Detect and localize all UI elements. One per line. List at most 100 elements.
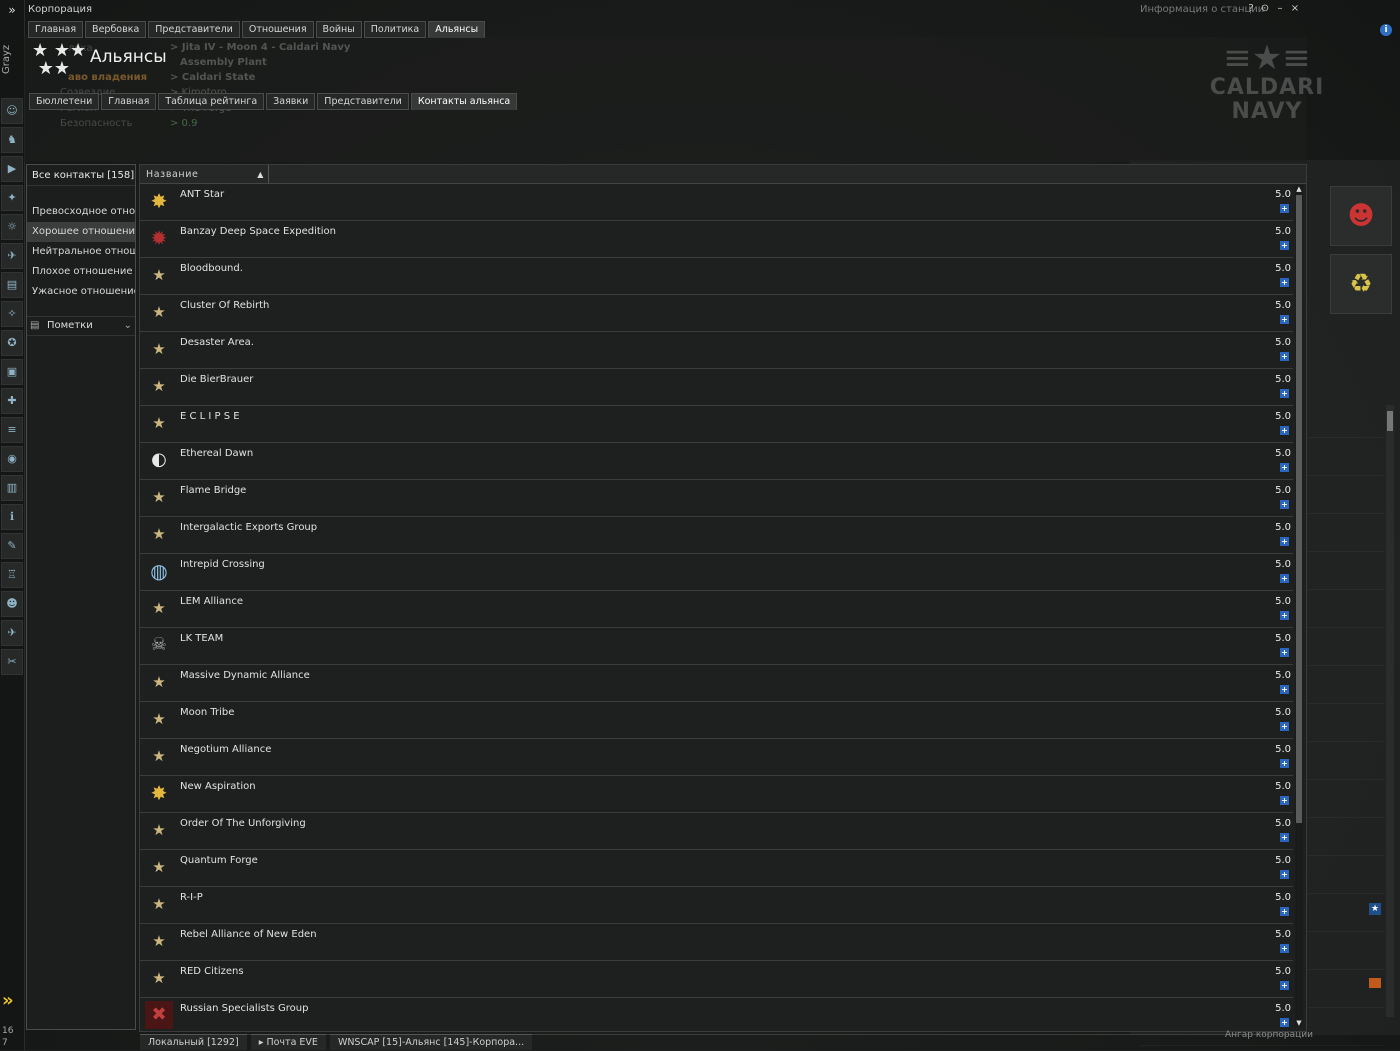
neocom-button-icon[interactable]: ▶ [1, 156, 23, 182]
add-standing-icon[interactable]: + [1280, 944, 1289, 953]
filter-neutral[interactable]: Нейтральное отношение [27, 242, 135, 262]
add-standing-icon[interactable]: + [1280, 315, 1289, 324]
add-standing-icon[interactable]: + [1280, 759, 1289, 768]
table-row[interactable]: ★ Quantum Forge 5.0 + [140, 850, 1293, 887]
table-row[interactable]: ★ Flame Bridge 5.0 + [140, 480, 1293, 517]
alliance-name[interactable]: RED Citizens [180, 966, 244, 977]
alliance-name[interactable]: LEM Alliance [180, 596, 243, 607]
neocom-button-icon[interactable]: ▣ [1, 359, 23, 385]
alliance-name[interactable]: Banzay Deep Space Expedition [180, 226, 336, 237]
add-standing-icon[interactable]: + [1280, 870, 1289, 879]
table-row[interactable]: ★ Bloodbound. 5.0 + [140, 258, 1293, 295]
table-row[interactable]: ★ RED Citizens 5.0 + [140, 961, 1293, 998]
neocom-button-icon[interactable]: ☼ [1, 214, 23, 240]
add-standing-icon[interactable]: + [1280, 833, 1289, 842]
neocom-button-icon[interactable]: ✈ [1, 243, 23, 269]
table-row[interactable]: ★ Cluster Of Rebirth 5.0 + [140, 295, 1293, 332]
minimize-icon[interactable]: – [1274, 3, 1286, 15]
neocom-button-icon[interactable]: ✎ [1, 533, 23, 559]
alliance-name[interactable]: Bloodbound. [180, 263, 243, 274]
tab-bulletins[interactable]: Бюллетени [29, 93, 100, 110]
alliance-name[interactable]: Russian Specialists Group [180, 1003, 308, 1014]
filter-excellent[interactable]: Превосходное отношение [27, 202, 135, 222]
neocom-button-icon[interactable]: ◉ [1, 446, 23, 472]
neocom-button-icon[interactable]: ✂ [1, 649, 23, 675]
filter-all-contacts[interactable]: Все контакты [158] [27, 165, 135, 186]
neocom-button-icon[interactable]: ✈ [1, 620, 23, 646]
add-standing-icon[interactable]: + [1280, 204, 1289, 213]
table-row[interactable]: ☠ LK TEAM 5.0 + [140, 628, 1293, 665]
neocom-button-icon[interactable]: ☺ [1, 98, 23, 124]
alliance-name[interactable]: E C L I P S E [180, 411, 240, 422]
neocom-button-icon[interactable]: ☻ [1, 591, 23, 617]
table-row[interactable]: ✸ New Aspiration 5.0 + [140, 776, 1293, 813]
tab-politics[interactable]: Политика [363, 21, 427, 38]
alliance-name[interactable]: Quantum Forge [180, 855, 258, 866]
tab-rankings[interactable]: Таблица рейтинга [158, 93, 265, 110]
neocom-button-icon[interactable]: ✪ [1, 330, 23, 356]
scroll-up-icon[interactable]: ▲ [1295, 185, 1303, 193]
add-standing-icon[interactable]: + [1280, 796, 1289, 805]
column-name-header[interactable]: Название ▲ [143, 165, 269, 183]
info-icon[interactable]: i [1380, 24, 1392, 36]
add-standing-icon[interactable]: + [1280, 278, 1289, 287]
alliance-name[interactable]: Intergalactic Exports Group [180, 522, 317, 533]
table-row[interactable]: ★ E C L I P S E 5.0 + [140, 406, 1293, 443]
add-standing-icon[interactable]: + [1280, 389, 1289, 398]
table-row[interactable]: ★ Moon Tribe 5.0 + [140, 702, 1293, 739]
add-standing-icon[interactable]: + [1280, 981, 1289, 990]
add-standing-icon[interactable]: + [1280, 574, 1289, 583]
add-standing-icon[interactable]: + [1280, 463, 1289, 472]
list-scrollbar[interactable]: ▲ ▼ [1295, 185, 1303, 1027]
neocom-button-icon[interactable]: ℹ [1, 504, 23, 530]
add-standing-icon[interactable]: + [1280, 611, 1289, 620]
add-standing-icon[interactable]: + [1280, 907, 1289, 916]
alliance-name[interactable]: Intrepid Crossing [180, 559, 265, 570]
neocom-button-icon[interactable]: ≡ [1, 417, 23, 443]
alliance-name[interactable]: Flame Bridge [180, 485, 246, 496]
collapse-icon[interactable]: ⌄ [124, 317, 132, 335]
tab-representatives[interactable]: Представители [148, 21, 240, 38]
tab-home[interactable]: Главная [28, 21, 84, 38]
add-standing-icon[interactable]: + [1280, 537, 1289, 546]
tab-alliance-home[interactable]: Главная [101, 93, 157, 110]
alliance-name[interactable]: ANT Star [180, 189, 224, 200]
taskbar-corp-chat[interactable]: WNSCAP [15]-Альянс [145]-Корпора... [329, 1034, 533, 1050]
taskbar-eve-mail[interactable]: ▸ Почта EVE [250, 1034, 326, 1050]
options-icon[interactable]: ⊙ [1259, 3, 1271, 15]
alliance-name[interactable]: Die BierBrauer [180, 374, 253, 385]
table-row[interactable]: ★ Intergalactic Exports Group 5.0 + [140, 517, 1293, 554]
scroll-down-icon[interactable]: ▼ [1295, 1019, 1303, 1027]
add-standing-icon[interactable]: + [1280, 352, 1289, 361]
alliance-name[interactable]: Order Of The Unforgiving [180, 818, 306, 829]
alliance-name[interactable]: Massive Dynamic Alliance [180, 670, 310, 681]
alliance-name[interactable]: LK TEAM [180, 633, 223, 644]
table-row[interactable]: ✸ ANT Star 5.0 + [140, 184, 1293, 221]
neocom-button-icon[interactable]: ✚ [1, 388, 23, 414]
table-row[interactable]: ★ Negotium Alliance 5.0 + [140, 739, 1293, 776]
alliance-name[interactable]: Ethereal Dawn [180, 448, 253, 459]
alliance-name[interactable]: R-I-P [180, 892, 203, 903]
neocom-toggle-icon[interactable]: » [2, 990, 14, 1011]
add-standing-icon[interactable]: + [1280, 500, 1289, 509]
notes-header[interactable]: ▤ Пометки ⌄ [27, 316, 135, 336]
tab-relations[interactable]: Отношения [241, 21, 314, 38]
pilot-name[interactable]: Grayz [1, 24, 23, 94]
filter-bad[interactable]: Плохое отношение [43 [27, 262, 135, 282]
alliance-name[interactable]: New Aspiration [180, 781, 256, 792]
alliance-name[interactable]: Moon Tribe [180, 707, 234, 718]
neocom-button-icon[interactable]: ♖ [1, 562, 23, 588]
table-row[interactable]: ◍ Intrepid Crossing 5.0 + [140, 554, 1293, 591]
table-row[interactable]: ★ Order Of The Unforgiving 5.0 + [140, 813, 1293, 850]
table-row[interactable]: ★ Die BierBrauer 5.0 + [140, 369, 1293, 406]
alliance-name[interactable]: Desaster Area. [180, 337, 254, 348]
neocom-button-icon[interactable]: ♞ [1, 127, 23, 153]
table-row[interactable]: ★ Rebel Alliance of New Eden 5.0 + [140, 924, 1293, 961]
table-row[interactable]: ◐ Ethereal Dawn 5.0 + [140, 443, 1293, 480]
table-row[interactable]: ✖ Russian Specialists Group 5.0 + [140, 998, 1293, 1035]
expand-icon[interactable]: » [0, 0, 24, 20]
tab-alliances[interactable]: Альянсы [428, 21, 486, 38]
add-standing-icon[interactable]: + [1280, 1018, 1289, 1027]
filter-terrible[interactable]: Ужасное отношение [7 [27, 282, 135, 302]
help-icon[interactable]: ? [1245, 3, 1257, 15]
